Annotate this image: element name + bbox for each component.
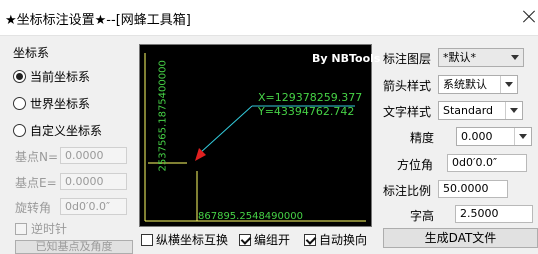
radio-current-coord[interactable]: 当前坐标系 xyxy=(13,68,90,85)
chevron-down-icon[interactable] xyxy=(500,76,517,93)
layer-value: *默认* xyxy=(443,51,476,64)
arrow-icon xyxy=(195,148,206,161)
chevron-down-icon[interactable] xyxy=(505,102,522,119)
checkbox-box[interactable] xyxy=(239,233,251,246)
scale-label: 标注比例 xyxy=(383,184,432,198)
precision-label: 精度 xyxy=(410,131,435,145)
radio-label: 当前坐标系 xyxy=(30,70,91,84)
y-coordinate-label: Y=43394762.742 xyxy=(258,105,355,118)
scale-input[interactable]: 50.0000 xyxy=(438,180,508,198)
layer-label: 标注图层 xyxy=(383,52,432,66)
brand-label: By NBTools xyxy=(312,52,381,65)
text-style-value: Standard xyxy=(443,104,494,117)
arrow-style-select[interactable]: 系统默认 xyxy=(438,75,518,94)
rotation-label: 旋转角 xyxy=(15,201,52,215)
radio-custom-coord[interactable]: 自定义坐标系 xyxy=(13,122,102,139)
horizontal-value-label: 867895.2548490000 xyxy=(198,211,303,222)
leader-line xyxy=(199,105,253,154)
checkbox-label: 纵横坐标互换 xyxy=(156,233,229,247)
text-style-select[interactable]: Standard xyxy=(438,101,523,120)
radio-indicator[interactable] xyxy=(13,97,26,110)
coord-group-title: 坐标系 xyxy=(13,46,50,60)
preview-canvas: By NBTools X=129378259.377 Y=43394762.74… xyxy=(139,44,380,227)
checkbox-box[interactable] xyxy=(304,233,316,246)
checkbox-label: 逆时针 xyxy=(31,222,68,236)
title-bar: ★坐标标注设置★--[网蜂工具箱] xyxy=(0,0,538,36)
base-n-label: 基点N= xyxy=(15,150,59,164)
close-icon[interactable] xyxy=(517,4,538,30)
azimuth-label: 方位角 xyxy=(397,158,434,172)
checkbox-label: 编组开 xyxy=(254,233,291,247)
base-e-input[interactable]: 0.0000 xyxy=(60,173,127,190)
rotation-input[interactable]: 0d0′0.0″ xyxy=(60,198,127,215)
swap-xy-checkbox[interactable]: 纵横坐标互换 xyxy=(141,231,228,248)
text-height-label: 字高 xyxy=(410,209,435,223)
counterclockwise-checkbox[interactable]: 逆时针 xyxy=(15,220,67,237)
radio-world-coord[interactable]: 世界坐标系 xyxy=(13,95,90,112)
text-height-input[interactable]: 2.5000 xyxy=(455,205,533,223)
text-style-label: 文字样式 xyxy=(383,105,432,119)
precision-select[interactable]: 0.000 xyxy=(456,127,532,146)
radio-label: 自定义坐标系 xyxy=(30,124,103,138)
checkbox-box[interactable] xyxy=(141,233,153,246)
known-base-angle-button[interactable]: 已知基点及角度 xyxy=(15,240,133,254)
checkbox-box[interactable] xyxy=(15,222,27,235)
base-e-label: 基点E= xyxy=(15,176,57,190)
radio-label: 世界坐标系 xyxy=(30,97,91,111)
x-coordinate-label: X=129378259.377 xyxy=(258,91,363,104)
vertical-value-label: 2537565.1875400000 xyxy=(157,60,169,172)
radio-indicator[interactable] xyxy=(13,124,26,137)
chevron-down-icon[interactable] xyxy=(507,49,523,66)
radio-indicator[interactable] xyxy=(13,70,26,83)
arrow-style-label: 箭头样式 xyxy=(383,79,432,93)
window-title: ★坐标标注设置★--[网蜂工具箱] xyxy=(5,13,191,28)
azimuth-input[interactable]: 0d0′0.0″ xyxy=(447,154,527,172)
base-n-input[interactable]: 0.0000 xyxy=(60,147,127,164)
precision-value: 0.000 xyxy=(461,130,493,143)
auto-direction-checkbox[interactable]: 自动换向 xyxy=(304,231,367,248)
preview-drawing xyxy=(144,53,366,222)
layer-select[interactable]: *默认* xyxy=(438,48,524,67)
chevron-down-icon[interactable] xyxy=(514,128,531,145)
group-on-checkbox[interactable]: 编组开 xyxy=(239,231,290,248)
generate-dat-button[interactable]: 生成DAT文件 xyxy=(383,228,538,248)
checkbox-label: 自动换向 xyxy=(319,233,368,247)
arrow-style-value: 系统默认 xyxy=(443,78,487,91)
